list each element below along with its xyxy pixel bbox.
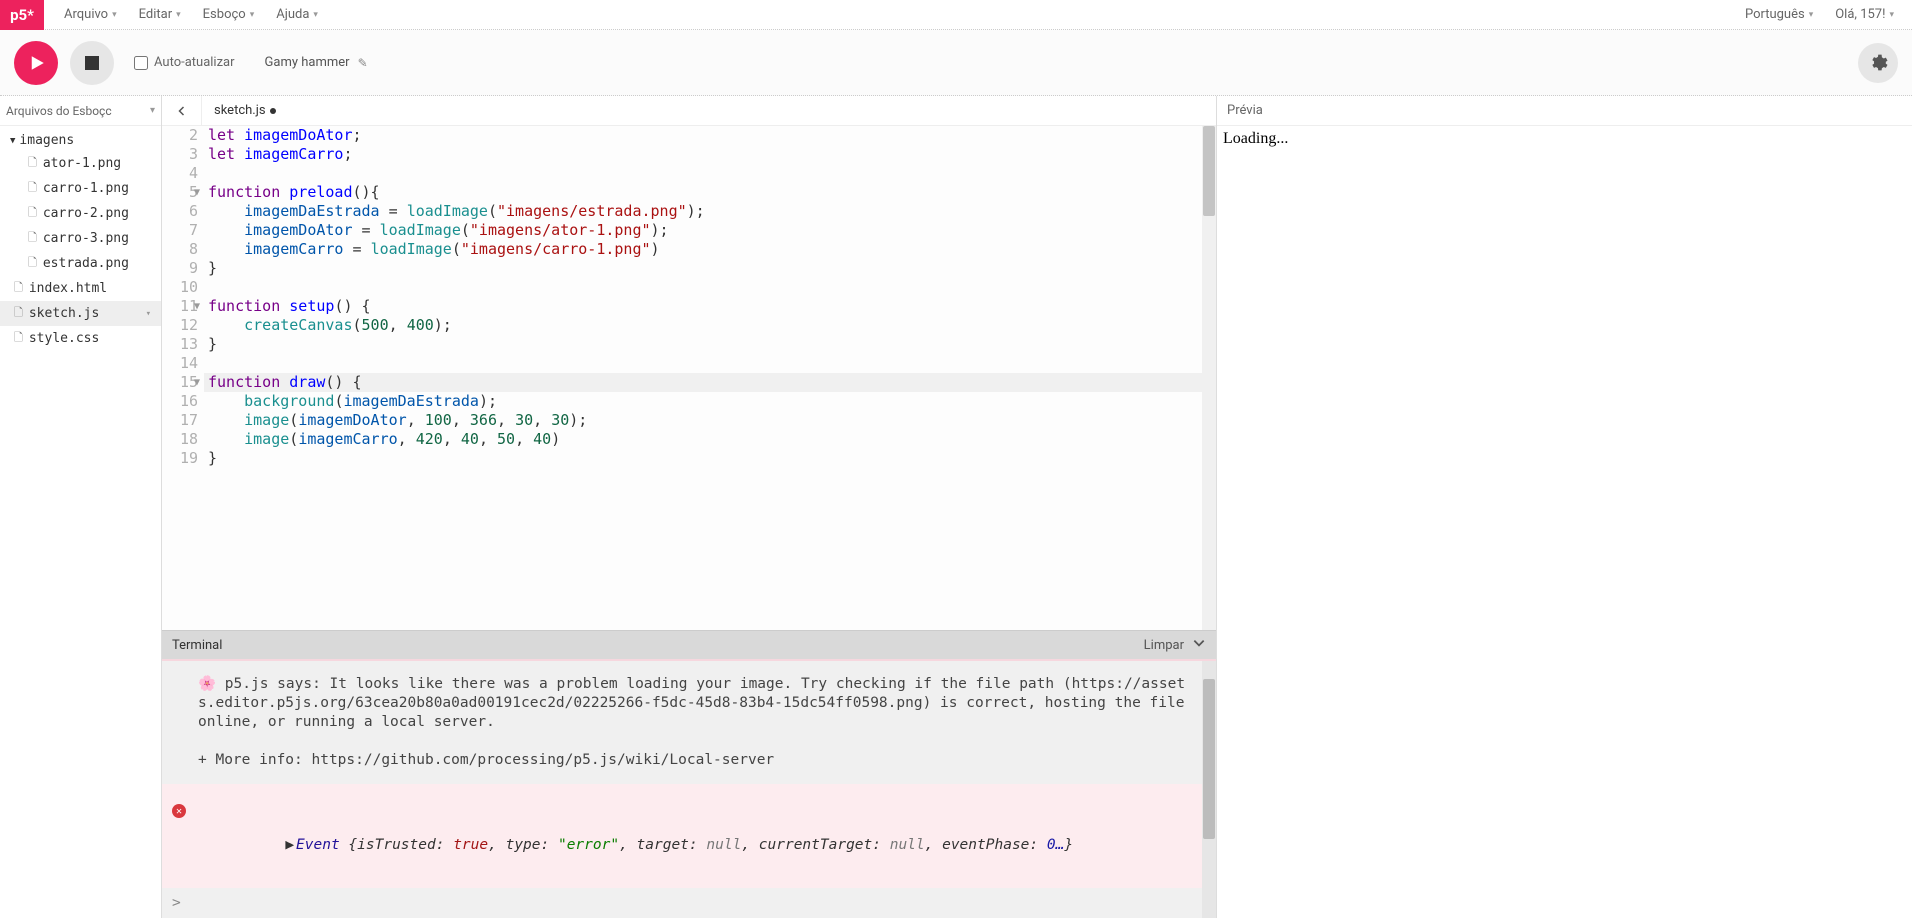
chevron-down-icon: ▾ (112, 10, 117, 20)
folder-open-icon: ▼ (10, 136, 15, 146)
file-icon: 🗋 (28, 154, 37, 173)
editor-column: sketch.js 2345▼67891011▼12131415▼1617181… (162, 96, 1217, 918)
terminal-error: ✕ ▶Event {isTrusted: true, type: "error"… (162, 784, 1216, 888)
gear-icon (1868, 53, 1888, 73)
menu-arquivo[interactable]: Arquivo▾ (56, 3, 125, 26)
file-item[interactable]: 🗋carro-3.png (0, 226, 161, 251)
file-icon: 🗋 (14, 329, 23, 348)
terminal-message: 🌸 p5.js says: It looks like there was a … (162, 661, 1216, 784)
sidebar: Arquivos do Esboçc ▾ ▼ imagens 🗋ator-1.p… (0, 96, 162, 918)
folder-imagens[interactable]: ▼ imagens (0, 130, 161, 151)
settings-button[interactable] (1858, 43, 1898, 83)
stop-icon (85, 56, 99, 70)
sketch-name[interactable]: Gamy hammer ✎ (265, 55, 368, 70)
file-icon: 🗋 (28, 254, 37, 273)
chevron-down-icon: ▾ (176, 10, 181, 20)
file-item[interactable]: 🗋ator-1.png (0, 151, 161, 176)
preview-header: Prévia (1217, 96, 1912, 126)
terminal: Terminal Limpar 🌸 p5.js says: It looks l… (162, 630, 1216, 918)
menu-editar[interactable]: Editar▾ (131, 3, 189, 26)
file-icon: 🗋 (28, 179, 37, 198)
file-item[interactable]: 🗋carro-2.png (0, 201, 161, 226)
chevron-down-icon: ▾ (146, 309, 151, 319)
tab-bar: sketch.js (162, 96, 1216, 126)
auto-refresh[interactable]: Auto-atualizar (134, 55, 235, 70)
auto-refresh-checkbox[interactable] (134, 56, 148, 70)
menu-esboco[interactable]: Esboço▾ (195, 3, 263, 26)
preview-body: Loading... (1217, 126, 1912, 918)
chevron-down-icon (1192, 636, 1206, 650)
collapse-sidebar-button[interactable] (162, 96, 202, 126)
expand-icon[interactable]: ▶ (285, 837, 294, 853)
chevron-down-icon: ▾ (1889, 10, 1894, 20)
file-item[interactable]: 🗋index.html (0, 276, 161, 301)
file-tree: ▼ imagens 🗋ator-1.png 🗋carro-1.png 🗋carr… (0, 126, 161, 355)
file-icon: 🗋 (28, 229, 37, 248)
preview-column: Prévia Loading... (1217, 96, 1912, 918)
file-item[interactable]: 🗋estrada.png (0, 251, 161, 276)
scroll-thumb[interactable] (1203, 126, 1215, 216)
terminal-header: Terminal Limpar (162, 631, 1216, 659)
sidebar-header[interactable]: Arquivos do Esboçc ▾ (0, 96, 161, 126)
menu-items: Arquivo▾ Editar▾ Esboço▾ Ajuda▾ (56, 3, 1737, 26)
scroll-thumb[interactable] (1203, 679, 1215, 839)
file-icon: 🗋 (28, 204, 37, 223)
play-icon (28, 54, 46, 72)
code-body[interactable]: let imagemDoAtor;let imagemCarro; functi… (204, 126, 1202, 630)
toolbar: Auto-atualizar Gamy hammer ✎ (0, 30, 1912, 96)
stop-button[interactable] (70, 41, 114, 85)
code-editor[interactable]: 2345▼67891011▼12131415▼16171819 let imag… (162, 126, 1216, 630)
menu-ajuda[interactable]: Ajuda▾ (268, 3, 326, 26)
pencil-icon[interactable]: ✎ (358, 56, 368, 70)
file-item-active[interactable]: 🗋sketch.js▾ (0, 301, 161, 326)
play-button[interactable] (14, 41, 58, 85)
chevron-down-icon: ▾ (150, 105, 155, 116)
user-menu[interactable]: Olá, 157!▾ (1827, 3, 1902, 26)
menu-right: Português▾ Olá, 157!▾ (1737, 3, 1902, 26)
terminal-prompt[interactable]: > (162, 888, 1216, 918)
terminal-scrollbar[interactable] (1202, 661, 1216, 918)
gutter: 2345▼67891011▼12131415▼16171819 (162, 126, 204, 630)
unsaved-dot-icon (270, 108, 276, 114)
scrollbar-vertical[interactable] (1202, 126, 1216, 630)
main: Arquivos do Esboçc ▾ ▼ imagens 🗋ator-1.p… (0, 96, 1912, 918)
auto-refresh-label: Auto-atualizar (154, 55, 235, 70)
terminal-clear-button[interactable]: Limpar (1144, 638, 1184, 653)
chevron-down-icon: ▾ (1809, 10, 1814, 20)
terminal-collapse-button[interactable] (1192, 636, 1206, 654)
p5-logo[interactable]: p5* (0, 0, 44, 30)
tab-sketch-js[interactable]: sketch.js (202, 96, 288, 125)
chevron-down-icon: ▾ (313, 10, 318, 20)
terminal-body[interactable]: 🌸 p5.js says: It looks like there was a … (162, 661, 1216, 918)
language-selector[interactable]: Português▾ (1737, 3, 1821, 26)
chevron-down-icon: ▾ (250, 10, 255, 20)
file-item[interactable]: 🗋carro-1.png (0, 176, 161, 201)
chevron-left-icon (176, 105, 188, 117)
top-menu: p5* Arquivo▾ Editar▾ Esboço▾ Ajuda▾ Port… (0, 0, 1912, 30)
file-icon: 🗋 (14, 279, 23, 298)
file-icon: 🗋 (14, 304, 23, 323)
error-icon: ✕ (172, 804, 186, 818)
file-item[interactable]: 🗋style.css (0, 326, 161, 351)
